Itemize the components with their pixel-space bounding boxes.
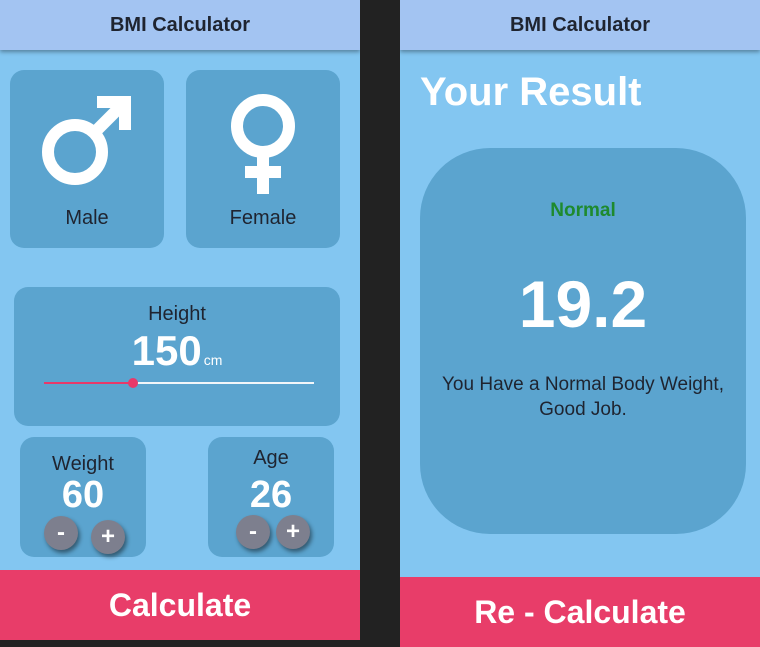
result-heading: Your Result — [420, 70, 642, 114]
result-message: You Have a Normal Body Weight, Good Job. — [420, 372, 746, 422]
app-bar-title: BMI Calculator — [400, 0, 760, 50]
age-value: 26 — [249, 474, 293, 516]
age-label: Age — [253, 447, 289, 469]
weight-card: Weight 60 - + — [20, 437, 146, 557]
male-label: Male — [65, 207, 109, 229]
result-message-text: You Have a Normal Body Weight, Good Job. — [442, 374, 724, 420]
height-unit: cm — [203, 352, 223, 368]
recalculate-button[interactable]: Re - Calculate — [400, 577, 760, 647]
height-slider[interactable] — [44, 378, 314, 388]
female-card[interactable]: Female — [186, 70, 340, 248]
bmi-value: 19.2 — [518, 267, 648, 341]
result-card: Normal 19.2 You Have a Normal Body Weigh… — [420, 148, 746, 534]
male-card[interactable]: Male — [10, 70, 164, 248]
female-icon — [231, 94, 295, 194]
calculate-button[interactable]: Calculate — [0, 570, 360, 640]
weight-minus-button[interactable]: - — [44, 516, 78, 550]
bmi-status: Normal — [550, 200, 616, 221]
female-label: Female — [229, 207, 297, 229]
weight-label: Weight — [52, 453, 114, 475]
height-card: Height 150 cm — [14, 287, 340, 426]
age-plus-button[interactable]: + — [276, 515, 310, 549]
height-slider-fill — [44, 382, 134, 384]
age-minus-button[interactable]: - — [236, 515, 270, 549]
male-icon — [42, 96, 131, 185]
weight-value: 60 — [61, 474, 105, 516]
height-value-display: 150 cm — [14, 327, 340, 375]
height-label: Height — [148, 303, 206, 325]
weight-plus-button[interactable]: + — [91, 520, 125, 554]
app-bar-title: BMI Calculator — [0, 0, 360, 50]
age-card: Age 26 - + — [208, 437, 334, 557]
height-slider-thumb[interactable] — [128, 378, 139, 388]
height-value: 150 — [131, 327, 202, 374]
result-screen: BMI Calculator Your Result Normal 19.2 Y… — [400, 0, 760, 647]
input-screen: BMI Calculator Male Female Height 150 cm … — [0, 0, 360, 640]
